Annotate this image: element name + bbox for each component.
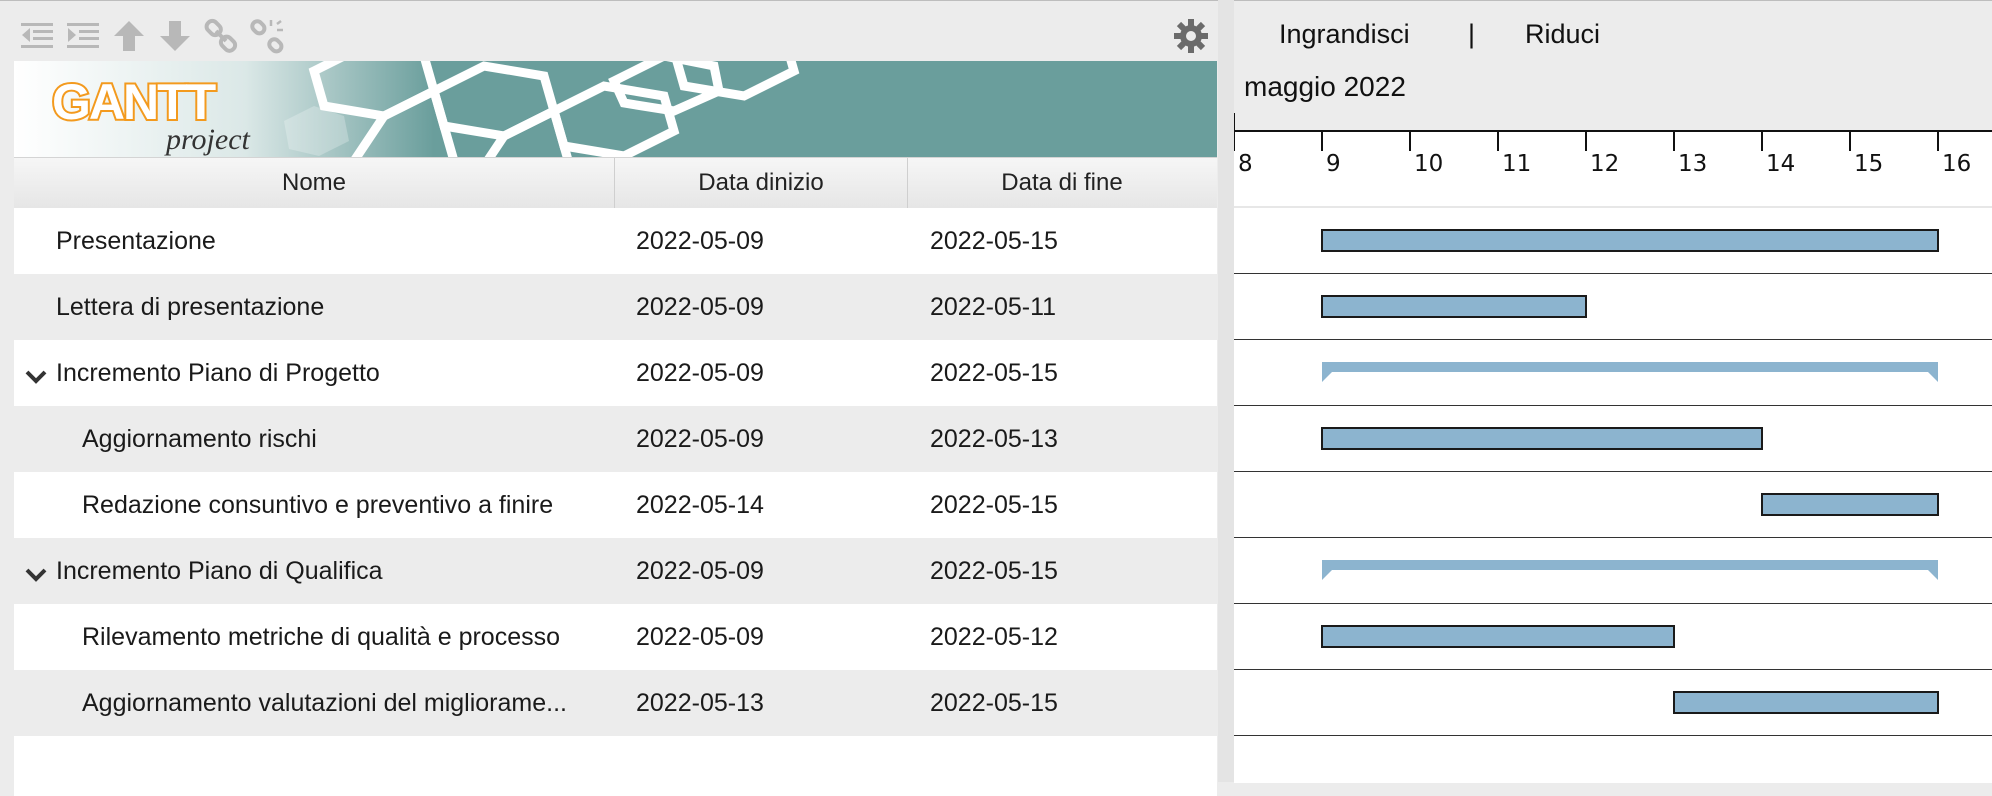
link-icon[interactable] (200, 15, 242, 57)
task-rows: Presentazione 2022-05-09 2022-05-15 Lett… (14, 208, 1217, 796)
task-grid-pane: GANTT project Nome Data dinizio Data di … (0, 0, 1228, 796)
day-label: 8 (1238, 151, 1253, 177)
day-label: 11 (1502, 151, 1531, 177)
task-bar (1761, 493, 1939, 516)
task-bar (1321, 229, 1939, 252)
task-bar (1321, 625, 1675, 648)
task-end: 2022-05-15 (930, 557, 1058, 585)
task-name: Lettera di presentazione (56, 293, 325, 321)
task-end: 2022-05-15 (930, 491, 1058, 519)
gantt-chart-pane: Ingrandisci | Riduci maggio 2022 8 9 10 11 1… (1234, 0, 1992, 783)
arrow-down-icon[interactable] (154, 15, 196, 57)
column-header-name[interactable]: Nome (14, 158, 615, 208)
gantt-timeline[interactable]: 8 9 10 11 12 13 14 15 16 (1234, 1, 1992, 783)
logo-sub-text: project (164, 123, 251, 156)
day-label: 9 (1326, 151, 1341, 177)
task-end: 2022-05-12 (930, 623, 1058, 651)
task-start: 2022-05-14 (636, 491, 764, 519)
task-end: 2022-05-15 (930, 227, 1058, 255)
task-name: Incremento Piano di Progetto (56, 359, 380, 387)
table-row[interactable]: Rilevamento metriche di qualità e proces… (14, 604, 1217, 670)
task-bar (1673, 691, 1939, 714)
day-label: 15 (1854, 151, 1883, 177)
table-row[interactable]: Lettera di presentazione 2022-05-09 2022… (14, 274, 1217, 340)
table-row[interactable]: Presentazione 2022-05-09 2022-05-15 (14, 208, 1217, 274)
logo-main-text: GANTT (52, 74, 216, 130)
day-label: 12 (1590, 151, 1619, 177)
task-start: 2022-05-09 (636, 623, 764, 651)
task-start: 2022-05-13 (636, 689, 764, 717)
indent-icon[interactable] (62, 15, 104, 57)
task-start: 2022-05-09 (636, 557, 764, 585)
task-name: Aggiornamento valutazioni del migliorame… (82, 689, 567, 717)
day-label: 14 (1766, 151, 1795, 177)
column-header-end[interactable]: Data di fine (908, 158, 1216, 208)
task-start: 2022-05-09 (636, 227, 764, 255)
gear-icon[interactable] (1172, 17, 1210, 55)
task-name: Rilevamento metriche di qualità e proces… (82, 623, 561, 651)
unlink-icon[interactable] (246, 15, 288, 57)
outdent-icon[interactable] (16, 15, 58, 57)
day-label: 13 (1678, 151, 1707, 177)
gantt-banner: GANTT project (14, 61, 1217, 157)
day-label: 16 (1942, 151, 1971, 177)
pane-divider[interactable] (1218, 0, 1234, 782)
task-end: 2022-05-13 (930, 425, 1058, 453)
table-row[interactable]: Aggiornamento valutazioni del migliorame… (14, 670, 1217, 736)
task-name: Presentazione (56, 227, 216, 255)
task-end: 2022-05-15 (930, 359, 1058, 387)
arrow-up-icon[interactable] (108, 15, 150, 57)
toolbar (14, 11, 1228, 61)
task-start: 2022-05-09 (636, 359, 764, 387)
table-row[interactable]: Aggiornamento rischi 2022-05-09 2022-05-… (14, 406, 1217, 472)
column-header-start[interactable]: Data dinizio (615, 158, 908, 208)
task-name: Redazione consuntivo e preventivo a fini… (82, 491, 554, 519)
table-row[interactable]: Incremento Piano di Progetto 2022-05-09 … (14, 340, 1217, 406)
task-name: Aggiornamento rischi (82, 425, 317, 453)
table-row[interactable]: Redazione consuntivo e preventivo a fini… (14, 472, 1217, 538)
task-name: Incremento Piano di Qualifica (56, 557, 383, 585)
task-start: 2022-05-09 (636, 293, 764, 321)
task-start: 2022-05-09 (636, 425, 764, 453)
grid-header: Nome Data dinizio Data di fine (14, 157, 1217, 209)
task-bar (1321, 295, 1587, 318)
task-end: 2022-05-15 (930, 689, 1058, 717)
table-row[interactable]: Incremento Piano di Qualifica 2022-05-09… (14, 538, 1217, 604)
day-label: 10 (1414, 151, 1443, 177)
empty-row (14, 736, 1217, 796)
task-end: 2022-05-11 (930, 293, 1057, 321)
task-bar (1321, 427, 1763, 450)
